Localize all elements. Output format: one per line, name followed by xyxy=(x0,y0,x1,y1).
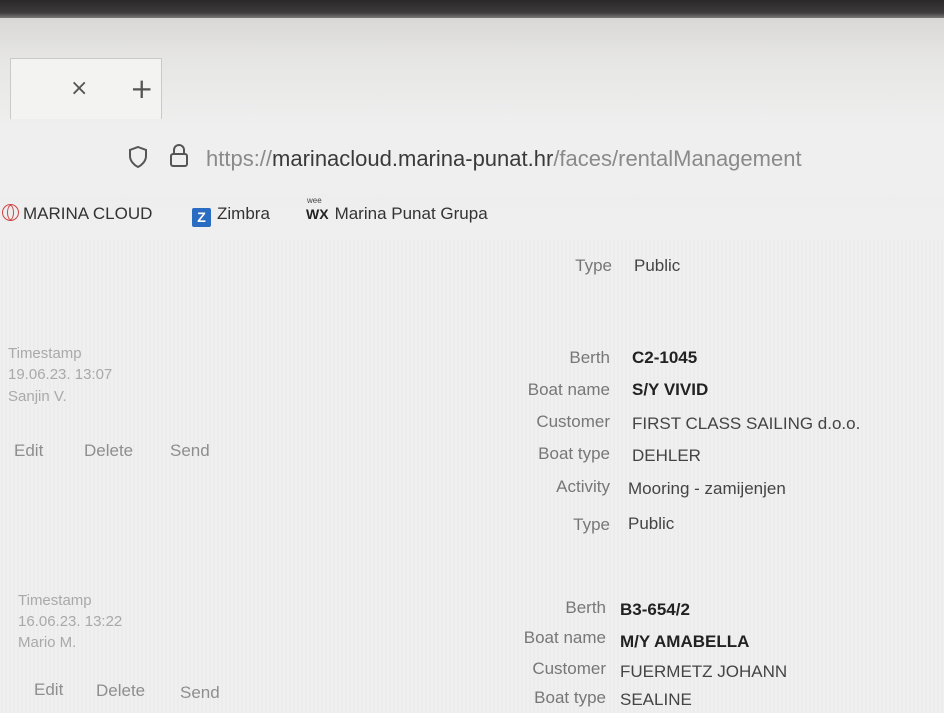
boat-name-value: S/Y VIVID xyxy=(632,380,709,399)
send-button[interactable]: Send xyxy=(180,683,220,703)
activity-value: Mooring - zamijenjen xyxy=(628,479,786,498)
edit-button[interactable]: Edit xyxy=(34,680,63,700)
zimbra-icon: Z xyxy=(192,208,211,227)
type-value: Public xyxy=(634,256,681,275)
bookmark-label: MARINA CLOUD xyxy=(23,204,153,223)
berth-value: B3-654/2 xyxy=(620,600,690,619)
type-label: Type xyxy=(573,515,610,534)
activity-label: Activity xyxy=(556,477,610,496)
boat-type-label: Boat type xyxy=(534,688,606,707)
boat-type-value: SEALINE xyxy=(620,690,692,709)
timestamp-value: 16.06.23. 13:22 xyxy=(18,613,123,630)
timestamp-label: Timestamp xyxy=(8,345,82,362)
edit-button[interactable]: Edit xyxy=(14,441,43,461)
berth-value: C2-1045 xyxy=(632,348,698,367)
boat-type-label: Boat type xyxy=(538,444,610,463)
berth-label: Berth xyxy=(565,598,606,617)
send-button[interactable]: Send xyxy=(170,441,210,461)
user-value: Sanjin V. xyxy=(8,388,67,405)
url-path: /faces/rentalManagement xyxy=(553,146,802,171)
new-tab-icon[interactable]: + xyxy=(130,72,153,105)
wx-icon-text: WX xyxy=(306,206,329,222)
close-tab-icon[interactable]: × xyxy=(70,76,88,101)
user-value: Mario M. xyxy=(18,634,77,651)
type-label: Type xyxy=(575,256,612,275)
boat-name-value: M/Y AMABELLA xyxy=(620,632,750,651)
boat-name-label: Boat name xyxy=(527,380,610,399)
browser-window: × + https://marinacloud.marina-punat.hr/… xyxy=(0,0,944,713)
customer-value: FUERMETZ JOHANN xyxy=(620,662,788,681)
berth-label: Berth xyxy=(569,348,610,367)
monitor-bezel xyxy=(0,0,944,18)
globe-icon xyxy=(2,204,19,221)
bookmark-zimbra[interactable]: Z Zimbra xyxy=(192,204,270,227)
url-prefix: https:// xyxy=(206,146,273,171)
type-value: Public xyxy=(628,514,675,533)
url-host: marinacloud.marina-punat.hr xyxy=(272,146,554,171)
bookmark-label: Marina Punat Grupa xyxy=(334,204,488,223)
url-text[interactable]: https://marinacloud.marina-punat.hr/face… xyxy=(206,146,802,172)
delete-button[interactable]: Delete xyxy=(84,441,133,461)
bookmark-label: Zimbra xyxy=(217,204,270,223)
customer-value: FIRST CLASS SAILING d.o.o. xyxy=(632,414,861,433)
shield-icon[interactable] xyxy=(128,146,148,168)
customer-label: Customer xyxy=(536,412,610,431)
customer-label: Customer xyxy=(532,659,606,678)
bookmark-marina-cloud[interactable]: MARINA CLOUD xyxy=(2,204,152,224)
wx-icon-small: wee xyxy=(307,196,322,205)
boat-type-value: DEHLER xyxy=(632,446,701,465)
lock-icon[interactable] xyxy=(168,144,190,168)
boat-name-label: Boat name xyxy=(523,628,606,647)
timestamp-value: 19.06.23. 13:07 xyxy=(8,366,113,383)
timestamp-label: Timestamp xyxy=(18,592,92,609)
bookmark-marina-punat-grupa[interactable]: wee WX Marina Punat Grupa xyxy=(306,196,488,224)
delete-button[interactable]: Delete xyxy=(96,681,145,701)
wx-icon: wee WX xyxy=(306,196,329,222)
